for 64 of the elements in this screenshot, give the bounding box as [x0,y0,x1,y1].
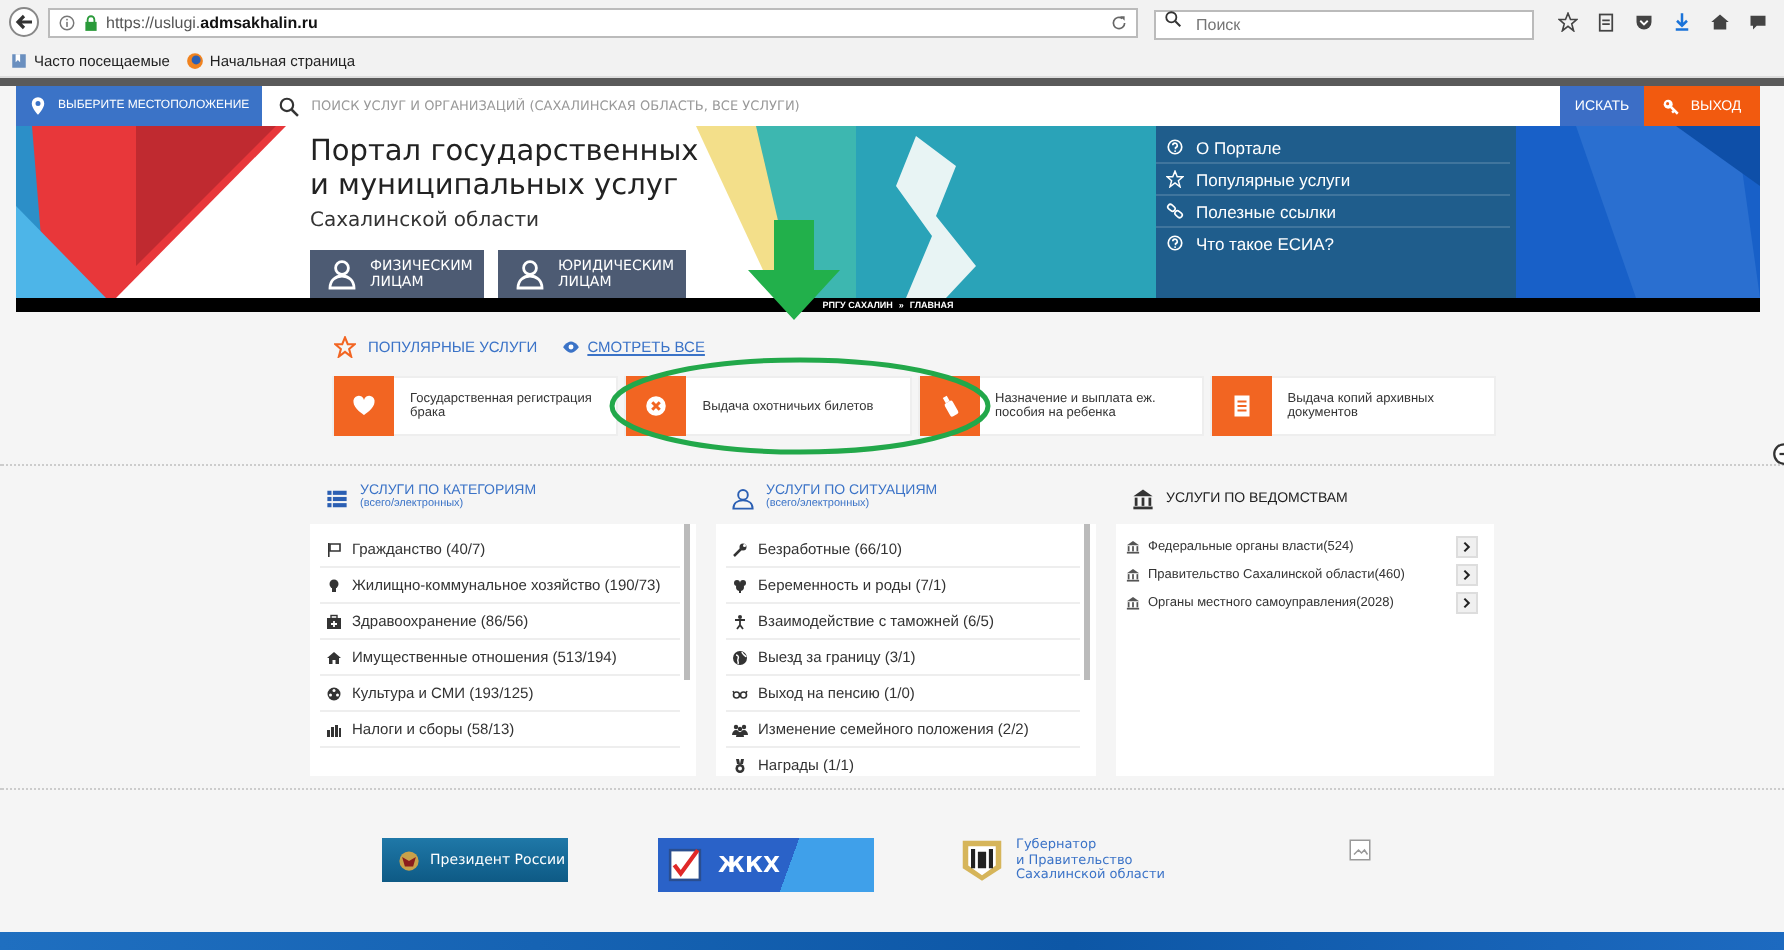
bottle-icon [937,394,961,418]
cross-circle-icon [644,394,669,418]
medkit-icon [326,613,342,629]
bank-icon [1132,487,1154,509]
menu-link[interactable]: О Портале [1156,132,1510,164]
shield-icon[interactable] [1634,12,1654,32]
people-icon [732,721,748,737]
person-icon [514,258,546,290]
reload-icon[interactable] [1110,13,1128,31]
film-reel-icon [326,685,342,701]
bulb-icon [326,577,342,593]
location-pin-icon [28,96,48,116]
globe-icon [185,51,204,69]
key-icon [1662,97,1681,115]
info-icon [58,13,76,31]
question-icon [1166,138,1184,156]
menu-link[interactable]: Популярные услуги [1156,164,1510,196]
home-icon[interactable] [1710,12,1730,32]
menu-link[interactable]: Что такое ЕСИА? [1156,228,1510,258]
clipboard-icon[interactable] [1596,12,1616,32]
scrollbar[interactable] [684,524,690,680]
bank-icon [1126,595,1140,609]
question-icon [1166,234,1184,252]
housing-banner-link[interactable]: ЖКХ [658,838,874,892]
expand-button[interactable] [1456,535,1478,557]
home-icon [326,649,342,665]
bank-icon [1126,567,1140,581]
figure-icon [732,613,748,629]
wrench-icon [732,541,748,557]
portal-title: Портал государственных и муниципальных услуг [310,136,701,204]
browser-search-field[interactable]: Поиск [1154,10,1534,40]
person-icon [732,487,754,509]
emblem-icon [398,849,420,871]
check-icon [668,848,702,882]
expand-button[interactable] [1456,591,1478,613]
eye-icon [561,337,580,355]
broken-image-icon[interactable] [1348,838,1373,862]
lock-icon [82,13,100,31]
star-icon [1166,170,1184,188]
scrollbar[interactable] [1084,524,1090,680]
link-icon [1166,202,1184,220]
list-icon [326,487,348,509]
coat-of-arms-icon [960,838,1004,882]
menu-link[interactable]: Полезные ссылки [1156,196,1510,228]
download-icon[interactable] [1672,12,1692,32]
flag-icon [326,541,342,557]
bar-chart-icon [326,721,342,737]
glasses-icon [732,685,748,701]
address-field[interactable]: https://uslugi.admsakhalin.ru [48,7,1138,37]
star-icon [334,335,356,357]
portal-subtitle: Сахалинской области [310,210,542,232]
bank-icon [1126,539,1140,553]
chat-icon[interactable] [1748,12,1768,32]
back-icon[interactable] [8,6,40,38]
heart-icon [352,394,376,418]
expand-button[interactable] [1456,563,1478,585]
search-icon [1164,10,1182,28]
globe-icon [732,649,748,665]
search-icon [277,95,300,117]
star-icon[interactable] [1558,12,1578,32]
flower-icon [732,577,748,593]
bookmark-icon [10,51,28,69]
document-icon [1229,394,1254,418]
person-icon [326,258,358,290]
